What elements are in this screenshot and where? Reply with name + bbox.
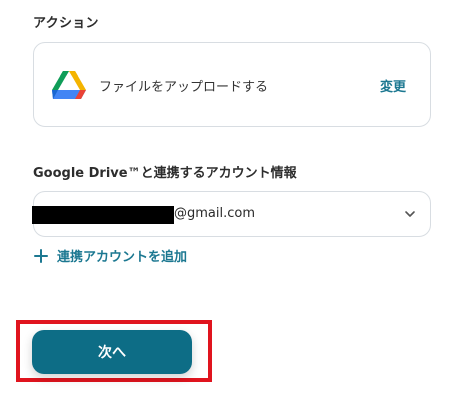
change-action-link[interactable]: 変更 (380, 76, 406, 95)
action-section-label: アクション (33, 16, 99, 31)
action-title: ファイルをアップロードする (99, 80, 269, 95)
redacted-email-bar (32, 206, 174, 224)
account-select[interactable]: @gmail.com (32, 191, 431, 237)
account-section-label: Google Drive™と連携するアカウント情報 (33, 166, 297, 181)
add-account-label: 連携アカウントを追加 (57, 250, 188, 265)
action-card: ファイルをアップロードする 変更 (33, 42, 431, 127)
selected-account-value: @gmail.com (174, 206, 256, 221)
next-button[interactable]: 次へ (32, 330, 192, 374)
page: アクション ファイルをアップロードする 変更 Google Drive™と連携す… (0, 0, 450, 414)
google-drive-icon (52, 71, 86, 99)
plus-icon (34, 248, 48, 263)
chevron-down-icon (405, 211, 415, 217)
add-account-link[interactable]: 連携アカウントを追加 (33, 246, 187, 265)
